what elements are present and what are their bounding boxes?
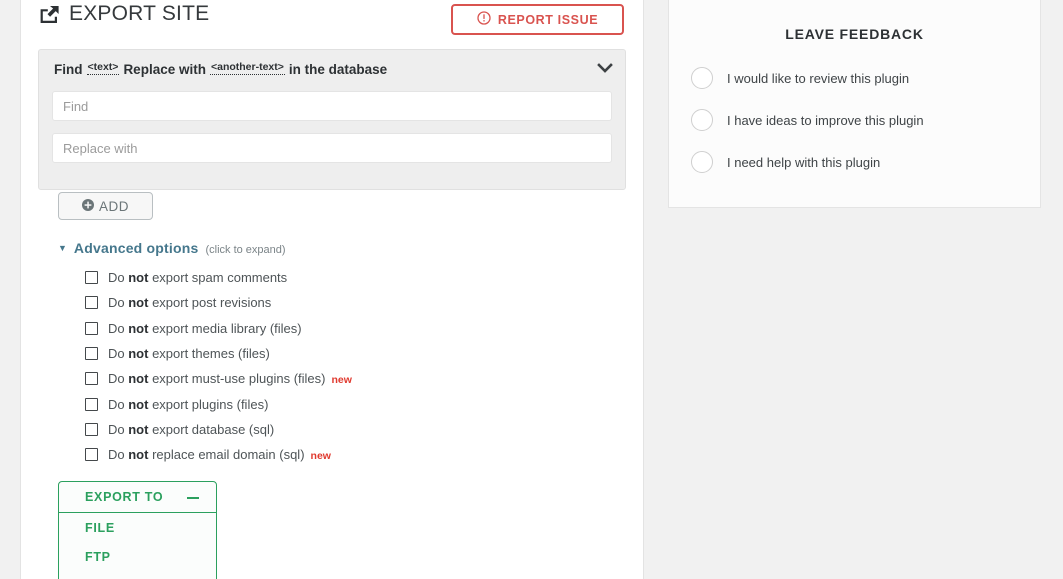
report-issue-label: REPORT ISSUE [497, 12, 599, 27]
feedback-radio[interactable] [691, 151, 713, 173]
advanced-options-title: Advanced options [73, 240, 199, 256]
page-title: EXPORT SITE [39, 2, 209, 26]
share-external-icon [39, 5, 60, 24]
add-button-label: ADD [98, 198, 129, 214]
export-to-items: FILE FTP [59, 513, 216, 571]
feedback-option-label: I have ideas to improve this plugin [727, 112, 924, 128]
advanced-option-row[interactable]: Do not export themes (files) [58, 341, 618, 366]
feedback-option-row[interactable]: I would like to review this plugin [669, 67, 1040, 89]
new-badge: new [310, 449, 331, 462]
option-checkbox[interactable] [85, 296, 98, 310]
new-badge: new [331, 373, 352, 386]
advanced-options-list: Do not export spam comments Do not export… [58, 265, 618, 467]
in-the-database-label: in the database [288, 61, 388, 77]
option-label: Do not export post revisions [108, 295, 272, 311]
advanced-option-row[interactable]: Do not export must-use plugins (files) ne… [58, 366, 618, 391]
advanced-options-section: ▼ Advanced options (click to expand) Do … [58, 240, 618, 467]
feedback-option-row[interactable]: I need help with this plugin [669, 151, 1040, 173]
advanced-option-row[interactable]: Do not export spam comments [58, 265, 618, 290]
option-label: Do not export plugins (files) [108, 396, 269, 412]
advanced-options-header[interactable]: ▼ Advanced options (click to expand) [58, 240, 618, 256]
find-replace-panel-header[interactable]: Find <text> Replace with <another-text> … [39, 50, 625, 88]
export-to-header[interactable]: EXPORT TO [59, 482, 216, 513]
option-checkbox[interactable] [85, 321, 98, 335]
export-to-title: EXPORT TO [85, 490, 164, 504]
option-checkbox[interactable] [85, 422, 98, 436]
exclamation-circle-icon [477, 11, 491, 28]
option-label: Do not export themes (files) [108, 346, 270, 362]
option-label: Do not export must-use plugins (files) [108, 371, 326, 387]
option-checkbox[interactable] [85, 448, 98, 462]
page-header: EXPORT SITE REPORT ISSUE [21, 0, 643, 40]
chevron-down-icon[interactable] [597, 62, 613, 77]
page-title-text: EXPORT SITE [69, 2, 210, 25]
feedback-radio[interactable] [691, 109, 713, 131]
app-screen: EXPORT SITE REPORT ISSUE Find <text> Rep… [0, 0, 1063, 579]
export-to-item[interactable]: FILE [59, 513, 216, 542]
minus-icon[interactable] [187, 496, 199, 500]
export-to-box: EXPORT TO FILE FTP [58, 481, 217, 579]
leave-feedback-title: LEAVE FEEDBACK [785, 26, 924, 42]
advanced-options-hint: (click to expand) [205, 244, 286, 256]
leave-feedback-card: LEAVE FEEDBACK I would like to review th… [668, 0, 1041, 208]
option-checkbox[interactable] [85, 372, 98, 386]
advanced-option-row[interactable]: Do not replace email domain (sql) new [58, 442, 618, 467]
advanced-option-row[interactable]: Do not export media library (files) [58, 316, 618, 341]
export-to-item[interactable]: FTP [59, 542, 216, 571]
caret-down-icon: ▼ [58, 243, 67, 253]
main-content-column: EXPORT SITE REPORT ISSUE Find <text> Rep… [20, 0, 644, 579]
replace-with-label: Replace with [123, 61, 206, 77]
find-input[interactable] [52, 91, 612, 121]
feedback-option-label: I would like to review this plugin [727, 70, 910, 86]
option-checkbox[interactable] [85, 397, 98, 411]
find-label: Find [54, 61, 83, 77]
feedback-option-label: I need help with this plugin [727, 154, 881, 170]
advanced-option-row[interactable]: Do not export post revisions [58, 290, 618, 315]
replace-with-input[interactable] [52, 133, 612, 163]
option-checkbox[interactable] [85, 347, 98, 361]
report-issue-button[interactable]: REPORT ISSUE [451, 4, 624, 35]
plus-circle-icon [81, 198, 94, 214]
feedback-options-list: I would like to review this plugin I have… [669, 67, 1040, 173]
option-label: Do not export media library (files) [108, 320, 302, 336]
option-label: Do not replace email domain (sql) [108, 447, 305, 463]
find-tag-placeholder: <text> [86, 61, 120, 75]
find-replace-panel: Find <text> Replace with <another-text> … [38, 49, 626, 190]
advanced-option-row[interactable]: Do not export database (sql) [58, 417, 618, 442]
option-label: Do not export spam comments [108, 270, 288, 286]
option-label: Do not export database (sql) [108, 421, 275, 437]
feedback-option-row[interactable]: I have ideas to improve this plugin [669, 109, 1040, 131]
advanced-option-row[interactable]: Do not export plugins (files) [58, 391, 618, 416]
add-button[interactable]: ADD [58, 192, 153, 220]
replace-tag-placeholder: <another-text> [209, 61, 285, 75]
option-checkbox[interactable] [85, 271, 98, 285]
feedback-radio[interactable] [691, 67, 713, 89]
